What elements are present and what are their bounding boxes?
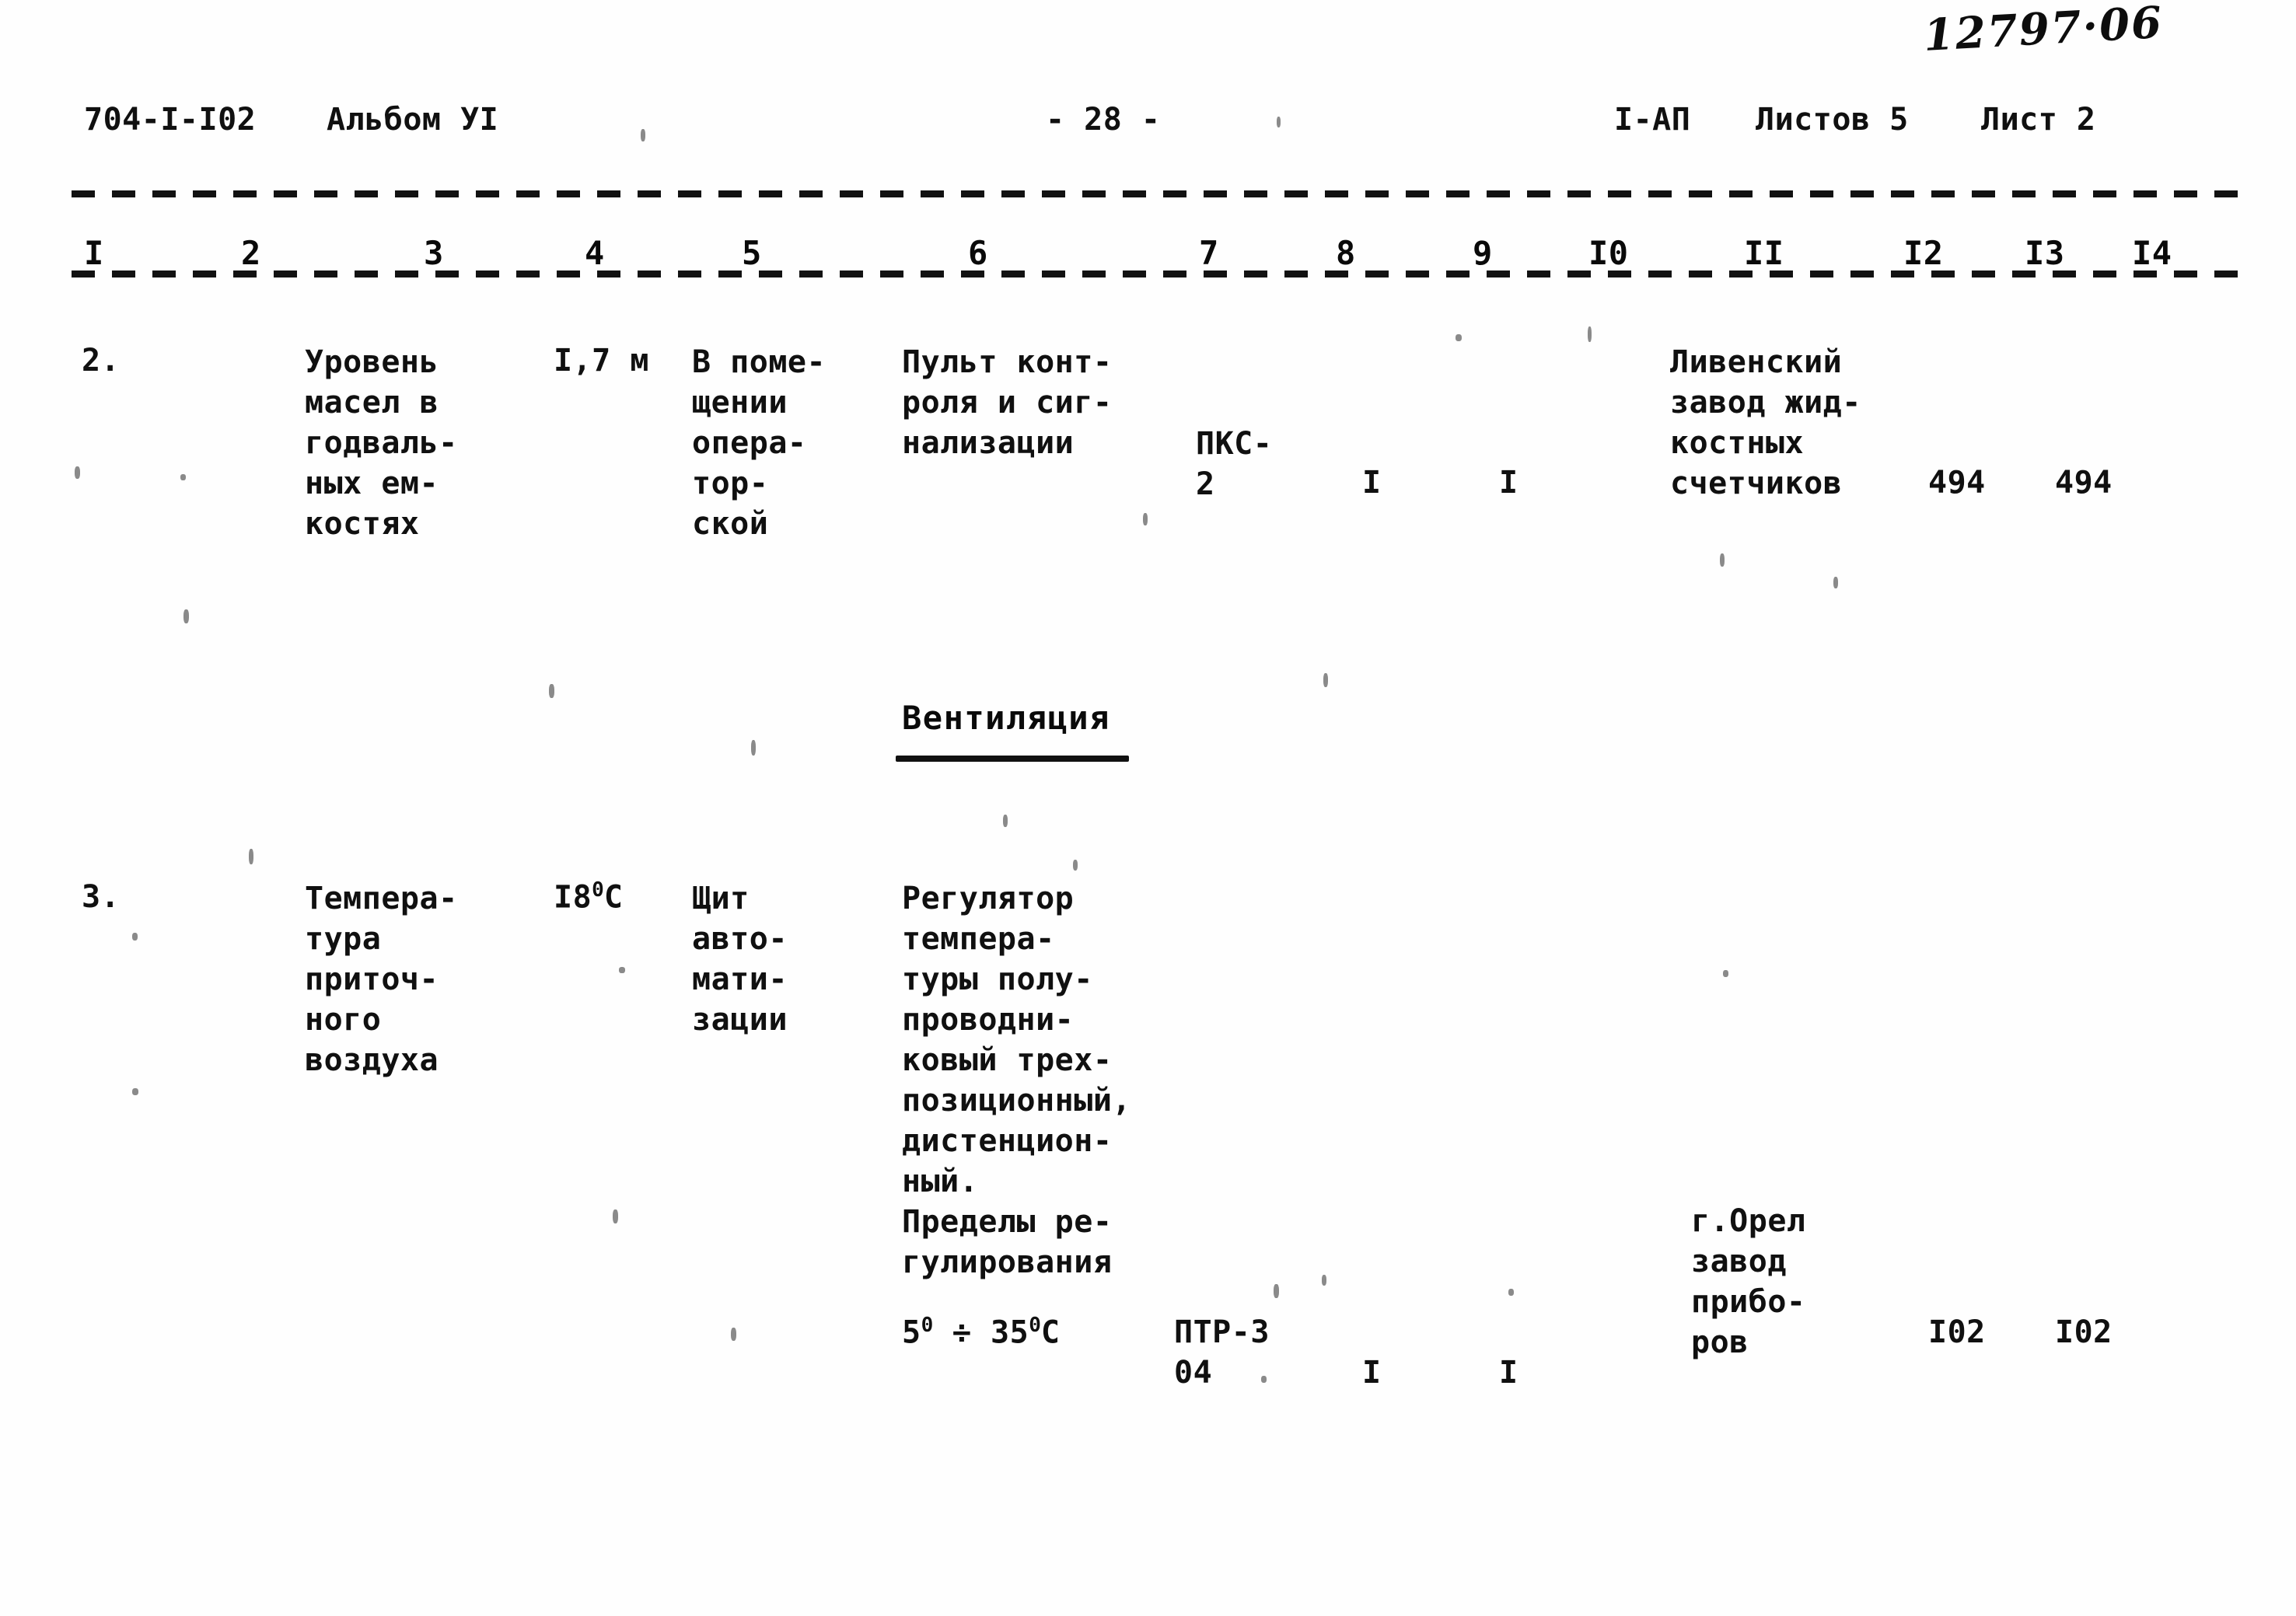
scan-speck bbox=[641, 129, 645, 141]
column-number-7: 7 bbox=[1199, 234, 1219, 272]
scan-speck bbox=[132, 1088, 138, 1095]
row-value: I80С bbox=[554, 878, 623, 916]
row-manufacturer: Ливенский завод жид- костных счетчиков bbox=[1670, 344, 1861, 501]
scan-speck bbox=[1143, 513, 1148, 525]
page-marker: - 28 - bbox=[1046, 102, 1161, 138]
row-value-number: I8 bbox=[554, 879, 592, 916]
scan-speck bbox=[1323, 673, 1328, 687]
column-number-1: I bbox=[84, 234, 104, 272]
scan-speck bbox=[619, 967, 625, 973]
row-code-2: 494 bbox=[2055, 465, 2113, 501]
row-quantity-1: I bbox=[1362, 465, 1382, 501]
row-quantity-2: I bbox=[1499, 1355, 1518, 1391]
row-number: 3. bbox=[82, 879, 121, 915]
section-heading-underline bbox=[896, 756, 1129, 762]
column-number-14: I4 bbox=[2132, 234, 2172, 272]
scan-speck bbox=[1723, 970, 1728, 977]
row-location: В поме- щении опера- тор- ской bbox=[692, 344, 826, 542]
row-value: I,7 м bbox=[554, 343, 649, 379]
row-manufacturer: г.Орел завод прибо- ров bbox=[1691, 1203, 1806, 1360]
range-to-degree-symbol: 0 bbox=[1029, 1314, 1041, 1337]
row-location: Щит авто- мати- зации bbox=[692, 881, 788, 1038]
table-top-dashed-rule bbox=[72, 190, 2249, 197]
section-heading-ventilation: Вентиляция bbox=[902, 699, 1110, 737]
column-number-11: II bbox=[1744, 234, 1784, 272]
column-number-10: I0 bbox=[1588, 234, 1629, 272]
row-parameter: Уровень масел в годваль- ных ем- костях bbox=[305, 344, 458, 542]
column-number-4: 4 bbox=[585, 234, 605, 272]
scan-speck bbox=[1720, 553, 1725, 567]
column-number-9: 9 bbox=[1473, 234, 1493, 272]
column-number-8: 8 bbox=[1336, 234, 1356, 272]
row-value-degree-symbol: 0 bbox=[592, 878, 604, 902]
scan-speck bbox=[1073, 860, 1078, 871]
row-code-2: I02 bbox=[2055, 1314, 2113, 1350]
album-label: Альбом УI bbox=[327, 102, 499, 138]
row-regulation-range: 50 ÷ 350С bbox=[902, 1314, 1060, 1352]
handwritten-stamp-number: 12797·06 bbox=[1922, 0, 2165, 62]
row-device-type-line-1: ПТР-3 bbox=[1174, 1314, 1270, 1350]
scan-speck bbox=[1003, 815, 1008, 827]
scan-speck bbox=[180, 474, 186, 480]
row-quantity-1: I bbox=[1362, 1355, 1382, 1391]
sheet-label: Лист 2 bbox=[1981, 102, 2096, 138]
row-device: Регулятор темпера- туры полу- проводни- … bbox=[902, 881, 1131, 1280]
scan-speck bbox=[1261, 1376, 1267, 1383]
scan-speck bbox=[1322, 1275, 1326, 1286]
row-quantity-2: I bbox=[1499, 465, 1518, 501]
range-to: 35 bbox=[991, 1314, 1029, 1351]
column-number-5: 5 bbox=[742, 234, 762, 272]
scan-speck bbox=[731, 1328, 736, 1341]
column-number-13: I3 bbox=[2025, 234, 2065, 272]
column-number-2: 2 bbox=[241, 234, 261, 272]
scan-speck bbox=[183, 609, 189, 623]
range-separator: ÷ bbox=[952, 1314, 972, 1351]
scan-speck bbox=[1588, 326, 1592, 342]
row-value-unit: С bbox=[603, 879, 624, 916]
project-code: 704-I-I02 bbox=[84, 102, 257, 138]
scan-speck bbox=[132, 933, 138, 941]
scan-speck bbox=[1508, 1289, 1514, 1296]
column-number-6: 6 bbox=[968, 234, 988, 272]
sheets-total-label: Листов 5 bbox=[1756, 102, 1909, 138]
row-number: 2. bbox=[82, 343, 121, 379]
range-unit: С bbox=[1040, 1314, 1061, 1351]
row-code-1: 494 bbox=[1928, 465, 1986, 501]
scan-speck bbox=[1833, 577, 1838, 588]
table-header-dashed-rule bbox=[72, 270, 2249, 277]
row-device-type-line-2: 04 bbox=[1174, 1355, 1213, 1391]
column-number-12: I2 bbox=[1903, 234, 1944, 272]
scan-speck bbox=[751, 740, 756, 756]
scan-speck bbox=[1274, 1284, 1279, 1298]
scan-speck bbox=[75, 466, 80, 479]
range-from-degree-symbol: 0 bbox=[921, 1314, 934, 1337]
scanned-document-page: 12797·06 704-I-I02 Альбом УI - 28 - I-АП… bbox=[0, 0, 2296, 1616]
scan-speck bbox=[1456, 334, 1462, 341]
scan-speck bbox=[1277, 117, 1281, 127]
column-number-3: 3 bbox=[424, 234, 444, 272]
scan-speck bbox=[549, 684, 554, 698]
row-device: Пульт конт- роля и сиг- нализации bbox=[902, 344, 1113, 461]
row-device-type: ПКС- 2 bbox=[1196, 426, 1273, 502]
row-parameter: Темпера- тура приточ- ного воздуха bbox=[305, 881, 458, 1078]
range-from: 5 bbox=[902, 1314, 921, 1351]
scan-speck bbox=[249, 849, 253, 864]
sheet-code: I-АП bbox=[1614, 102, 1691, 138]
scan-speck bbox=[613, 1209, 618, 1223]
row-code-1: I02 bbox=[1928, 1314, 1986, 1350]
